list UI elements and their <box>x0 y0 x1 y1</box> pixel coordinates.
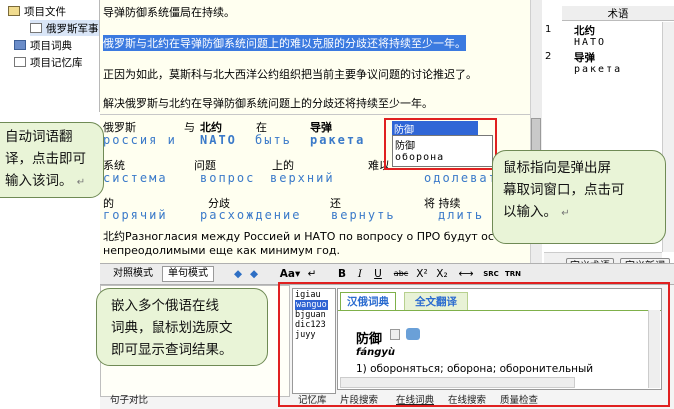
callout-auto-translate: 自动词语翻 译，点击即可 输入该词。 ↵ <box>0 122 104 198</box>
source-icon[interactable]: SRC <box>482 266 500 282</box>
term-row-number: 1 <box>545 24 552 35</box>
font-case-icon[interactable]: Aa▾ <box>278 266 302 282</box>
source-sentence[interactable]: 解决俄罗斯与北约在导弹防御系统问题上的分歧还将持续至少一年。 <box>103 95 433 111</box>
terms-header: 术语 <box>562 6 674 21</box>
callout-line: 鼠标指向是弹出屏 <box>503 160 611 176</box>
aligned-word-ru[interactable]: верхний <box>270 171 335 185</box>
tree-item-russian-military[interactable]: 俄罗斯军事 <box>30 20 99 36</box>
sentence-mode-button[interactable]: 单句模式 <box>162 266 214 282</box>
aligned-word-zh[interactable]: 与 <box>184 119 195 135</box>
memory-icon <box>14 57 26 67</box>
term-zh[interactable]: 导弹 <box>574 50 595 65</box>
tab-quality-check[interactable]: 质量检查 <box>500 395 538 407</box>
term-ru[interactable]: ракета <box>574 64 622 75</box>
translation-line[interactable]: непреодолимыми еще как минимум год. <box>103 244 340 257</box>
tree-item-label: 俄罗斯军事 <box>46 22 99 35</box>
callout-line: 译，点击即可 <box>5 151 86 167</box>
popup-word-field[interactable]: 防御 <box>392 121 478 136</box>
tree-item-label: 项目文件 <box>24 5 66 18</box>
popup-item[interactable]: 防御 <box>395 137 415 152</box>
italic-icon[interactable]: I <box>354 266 366 282</box>
book-icon <box>14 40 26 50</box>
term-row-number: 2 <box>545 51 552 62</box>
subscript-icon[interactable]: X₂ <box>434 266 450 282</box>
tab-online-dictionary[interactable]: 在线词典 <box>396 395 434 407</box>
callout-line: 自动词语翻 <box>5 129 73 145</box>
swap-icon[interactable]: ⟷ <box>458 266 474 282</box>
tree-item-project-files[interactable]: 项目文件 <box>8 3 66 19</box>
callout-line: 嵌入多个俄语在线 <box>111 298 219 314</box>
source-sentence[interactable]: 导弹防御系统僵局在持续。 <box>103 4 235 20</box>
folder-icon <box>8 6 20 16</box>
callout-line: 输入该词。 ↵ <box>5 173 86 189</box>
aligned-word-ru[interactable]: расхождение <box>200 208 301 222</box>
target-icon[interactable]: TRN <box>504 266 522 282</box>
tab-online-search[interactable]: 在线搜索 <box>448 395 486 407</box>
source-sentence[interactable]: 正因为如此，莫斯科与北大西洋公约组织把当前主要争议问题的讨论推迟了。 <box>103 66 477 82</box>
aligned-word-ru[interactable]: система <box>103 171 168 185</box>
compare-mode-button[interactable]: 对照模式 <box>108 266 158 282</box>
tree-item-label: 项目词典 <box>30 39 72 52</box>
tab-fragment-search[interactable]: 片段搜索 <box>340 395 378 407</box>
return-icon[interactable]: ↵ <box>306 266 318 282</box>
tab-memory[interactable]: 记忆库 <box>298 395 327 407</box>
aligned-word-ru[interactable]: россия и <box>103 133 177 147</box>
translation-line[interactable]: 北约Разногласия между Россией и НАТО по во… <box>103 228 500 244</box>
aligned-word-ru[interactable]: NATO <box>200 133 237 147</box>
aligned-word-ru[interactable]: ракета <box>310 133 365 147</box>
prev-arrow-icon[interactable]: ◆ <box>232 266 244 282</box>
aligned-word-ru[interactable]: длить <box>438 208 484 222</box>
underline-icon[interactable]: U <box>372 266 384 282</box>
return-mark-icon: ↵ <box>561 208 570 219</box>
superscript-icon[interactable]: X² <box>414 266 430 282</box>
aligned-word-ru[interactable]: вопрос <box>200 171 255 185</box>
document-icon <box>30 23 42 33</box>
callout-line: 幕取词窗口，点击可 <box>503 182 625 198</box>
popup-item[interactable]: оборона <box>395 152 444 163</box>
divider <box>100 114 542 115</box>
callout-line: 即可显示查词结果。 <box>111 342 233 358</box>
tree-item-project-memory[interactable]: 项目记忆库 <box>14 54 83 70</box>
term-ru[interactable]: НАТО <box>574 37 606 48</box>
callout-line: 以输入。 ↵ <box>503 204 570 220</box>
strikethrough-icon[interactable]: abc <box>392 266 410 282</box>
popup-word-list[interactable]: 防御 оборона <box>392 135 493 167</box>
term-zh[interactable]: 北约 <box>574 23 595 38</box>
aligned-word-ru[interactable]: вернуть <box>331 208 396 222</box>
project-tree: 项目文件 俄罗斯军事 项目词典 项目记忆库 <box>0 0 100 112</box>
callout-line: 词典，鼠标划选原文 <box>111 320 233 336</box>
dictionary-highlight-frame <box>278 282 670 407</box>
source-sentence-selected[interactable]: 俄罗斯与北约在导弹防御系统问题上的难以克服的分歧还将持续至少一年。 <box>103 35 466 51</box>
callout-online-dictionary: 嵌入多个俄语在线 词典，鼠标划选原文 即可显示查词结果。 <box>96 288 268 366</box>
tab-sentence-compare[interactable]: 句子对比 <box>110 395 148 407</box>
tree-item-project-dictionary[interactable]: 项目词典 <box>14 37 72 53</box>
next-arrow-icon[interactable]: ◆ <box>248 266 260 282</box>
aligned-word-ru[interactable]: быть <box>255 133 292 147</box>
aligned-word-ru[interactable]: горячий <box>103 208 168 222</box>
tree-item-label: 项目记忆库 <box>30 56 83 69</box>
bold-icon[interactable]: B <box>336 266 348 282</box>
return-mark-icon: ↵ <box>76 177 86 188</box>
callout-popup-lookup: 鼠标指向是弹出屏 幕取词窗口，点击可 以输入。 ↵ <box>492 150 666 244</box>
